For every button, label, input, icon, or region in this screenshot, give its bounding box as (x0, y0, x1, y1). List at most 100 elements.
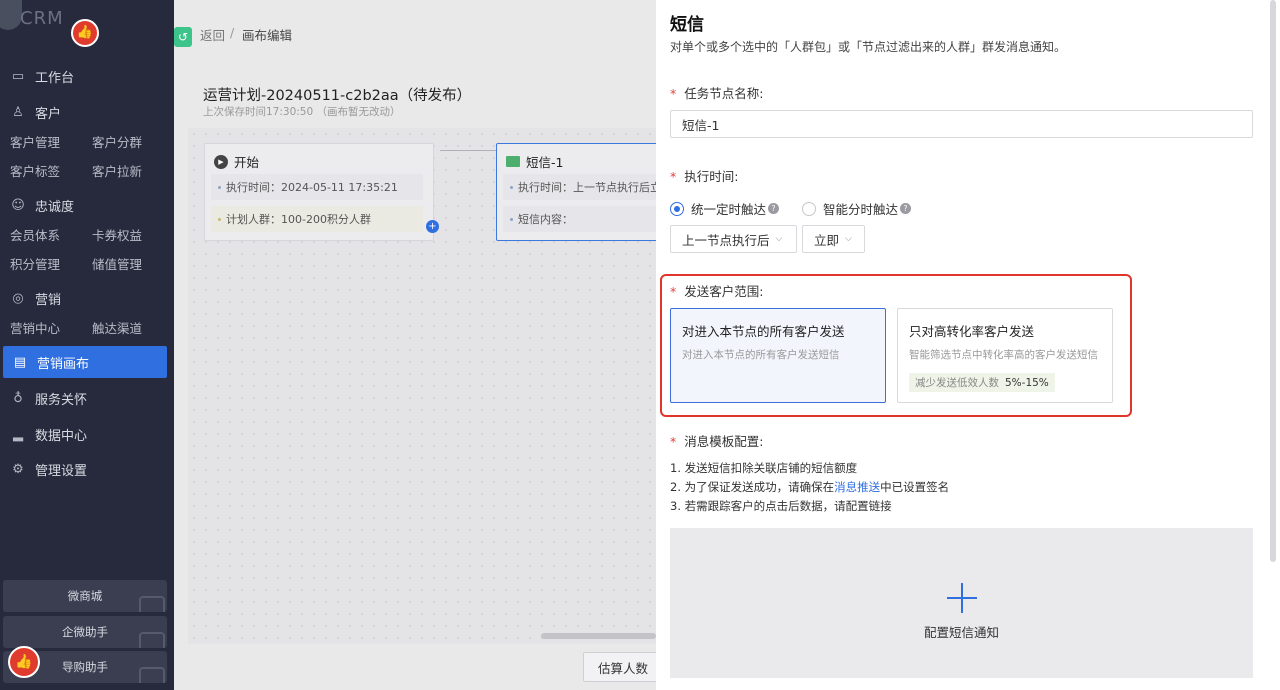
nav-member-system[interactable]: 会员体系 (10, 225, 60, 244)
monitor-icon: ▭ (11, 69, 25, 84)
breadcrumb-separator: / (230, 25, 235, 40)
flow-canvas[interactable]: ▶ 开始 执行时间：2024-05-11 17:35:21 计划人群：100-2… (188, 128, 670, 644)
user-icon: ♙ (12, 105, 24, 120)
time-label: * 执行时间: (670, 166, 738, 185)
nav-customer-tags[interactable]: 客户标签 (10, 161, 60, 180)
configure-sms-button[interactable]: 配置短信通知 (670, 528, 1253, 678)
tip-line-2-pre: 2. 为了保证发送成功，请确保在 (670, 480, 835, 494)
plus-icon (947, 583, 977, 613)
micro-mall-label: 微商城 (67, 589, 103, 603)
vertical-scrollbar[interactable] (1270, 0, 1276, 562)
required-mark: * (670, 169, 677, 184)
nav-workbench-label: 工作台 (35, 71, 75, 86)
scope-all-card[interactable]: 对进入本节点的所有客户发送 对进入本节点的所有客户发送短信 (670, 308, 886, 403)
mail-icon (506, 156, 520, 167)
bell-icon: ♁ (13, 391, 23, 406)
scope-all-title: 对进入本节点的所有客户发送 (682, 324, 845, 339)
sms-node-content-text: 短信内容： (518, 213, 573, 226)
plan-title: 运营计划-20240511-c2b2aa（待发布） (203, 88, 472, 104)
nav-loyalty-label: 忠诚度 (35, 200, 75, 215)
nav-customer-acquire[interactable]: 客户拉新 (92, 161, 142, 180)
start-node-title: 开始 (234, 155, 260, 170)
thumbs-up-float-icon[interactable]: 👍 (8, 646, 40, 678)
scope-high-tag-label: 减少发送低效人数 (915, 377, 999, 389)
store-icon (139, 596, 165, 612)
nav-data-center[interactable]: ▂ 数据中心 (10, 425, 87, 444)
nav-marketing-label: 营销 (35, 293, 62, 308)
play-icon: ▶ (214, 154, 228, 169)
nav-coupon-rights[interactable]: 卡券权益 (92, 225, 142, 244)
bar-chart-icon: ▂ (13, 427, 23, 442)
nav-service-care[interactable]: ♁ 服务关怀 (10, 389, 87, 408)
trigger-select-value: 上一节点执行后 (682, 232, 770, 248)
sms-drawer: 短信 对单个或多个选中的「人群包」或「节点过滤出来的人群」群发消息通知。 * 任务… (656, 0, 1280, 690)
required-mark: * (670, 284, 677, 299)
add-node-button[interactable]: + (426, 220, 439, 233)
nav-customer-segment[interactable]: 客户分群 (92, 132, 142, 151)
bullet-dot (218, 217, 221, 221)
breadcrumb-back[interactable]: 返回 (200, 25, 225, 44)
task-name-input[interactable]: 短信-1 (670, 110, 1253, 138)
required-mark: * (670, 86, 677, 101)
start-node[interactable]: ▶ 开始 执行时间：2024-05-11 17:35:21 计划人群：100-2… (204, 143, 434, 241)
template-label: * 消息模板配置: (670, 431, 763, 450)
nav-service-care-label: 服务关怀 (35, 393, 88, 408)
micro-mall-button[interactable]: 微商城 (3, 580, 167, 612)
gear-icon: ⚙ (12, 462, 24, 477)
scope-high-desc: 智能筛选节点中转化率高的客户发送短信 (909, 349, 1098, 361)
breadcrumb-current: 画布编辑 (242, 28, 293, 43)
save-info: 上次保存时间17:30:50 （画布暂无改动） (203, 106, 401, 118)
thumbs-up-icon[interactable]: 👍 (71, 19, 99, 47)
nav-customer-manage[interactable]: 客户管理 (10, 132, 60, 151)
sms-node-time-text: 执行时间：上一节点执行后立 (518, 181, 661, 194)
logo-text: CRM (20, 8, 64, 29)
message-push-link[interactable]: 消息推送 (834, 480, 880, 494)
sidebar: CRM 👍 ▭ 工作台 ♙ 客户 客户管理 客户分群 客户标签 客户拉新 ☺ 忠… (0, 0, 174, 690)
nav-marketing-canvas[interactable]: ▤ 营销画布 (3, 346, 167, 378)
nav-reach-channel[interactable]: 触达渠道 (92, 318, 142, 337)
delay-select[interactable]: 立即 ⌵ (802, 225, 865, 253)
bullet-dot (218, 185, 221, 189)
help-icon[interactable]: ? (768, 203, 780, 214)
gauge-icon (139, 632, 165, 648)
scope-high-tag-value: 5%-15% (1005, 376, 1049, 389)
id-card-icon (139, 667, 165, 683)
sms-node-time: 执行时间：上一节点执行后立 (503, 174, 667, 200)
nav-customer[interactable]: ♙ 客户 (10, 103, 61, 122)
nav-customer-label: 客户 (35, 107, 62, 122)
radio-checked-icon (670, 201, 684, 216)
nav-points-manage[interactable]: 积分管理 (10, 254, 60, 273)
radio-fixed-time[interactable]: 统一定时触达 ? (670, 199, 780, 218)
nav-settings[interactable]: ⚙ 管理设置 (10, 460, 87, 479)
main-area: ↺ 返回 / 画布编辑 运营计划-20240511-c2b2aa（待发布） 上次… (174, 0, 670, 690)
horizontal-scrollbar[interactable] (541, 633, 656, 639)
sms-node[interactable]: 短信-1 执行时间：上一节点执行后立 短信内容： (496, 143, 670, 241)
nav-marketing[interactable]: ◎ 营销 (10, 289, 61, 308)
start-node-time-text: 执行时间：2024-05-11 17:35:21 (226, 181, 398, 194)
tip-line-3: 3. 若需跟踪客户的点击后数据，请配置链接 (670, 499, 892, 513)
help-icon[interactable]: ? (900, 203, 912, 214)
time-label-text: 执行时间: (684, 169, 739, 184)
back-icon[interactable]: ↺ (174, 27, 192, 47)
chevron-down-icon: ⌵ (775, 234, 783, 244)
nav-stored-value[interactable]: 储值管理 (92, 254, 142, 273)
drawer-description: 对单个或多个选中的「人群包」或「节点过滤出来的人群」群发消息通知。 (670, 40, 1067, 54)
scope-label: * 发送客户范围: (670, 281, 763, 300)
nav-loyalty[interactable]: ☺ 忠诚度 (10, 196, 74, 215)
drawer-title: 短信 (670, 15, 704, 35)
start-node-time: 执行时间：2024-05-11 17:35:21 (211, 174, 423, 200)
scope-high-card[interactable]: 只对高转化率客户发送 智能筛选节点中转化率高的客户发送短信 减少发送低效人数 5%… (897, 308, 1113, 403)
node-connector (440, 150, 496, 226)
radio-unchecked-icon (802, 201, 816, 216)
estimate-button[interactable]: 估算人数 (583, 652, 663, 682)
nav-workbench[interactable]: ▭ 工作台 (10, 67, 74, 86)
scope-high-tag: 减少发送低效人数 5%-15% (909, 373, 1055, 392)
top-bar: ↺ 返回 / 画布编辑 (174, 0, 656, 66)
trigger-select[interactable]: 上一节点执行后 ⌵ (670, 225, 797, 253)
radio-smart-time[interactable]: 智能分时触达 ? (802, 199, 912, 218)
nav-marketing-center[interactable]: 营销中心 (10, 318, 60, 337)
wecom-assistant-button[interactable]: 企微助手 (3, 616, 167, 648)
template-label-text: 消息模板配置: (684, 434, 764, 449)
target-icon: ◎ (12, 291, 24, 306)
smile-icon: ☺ (11, 198, 25, 213)
